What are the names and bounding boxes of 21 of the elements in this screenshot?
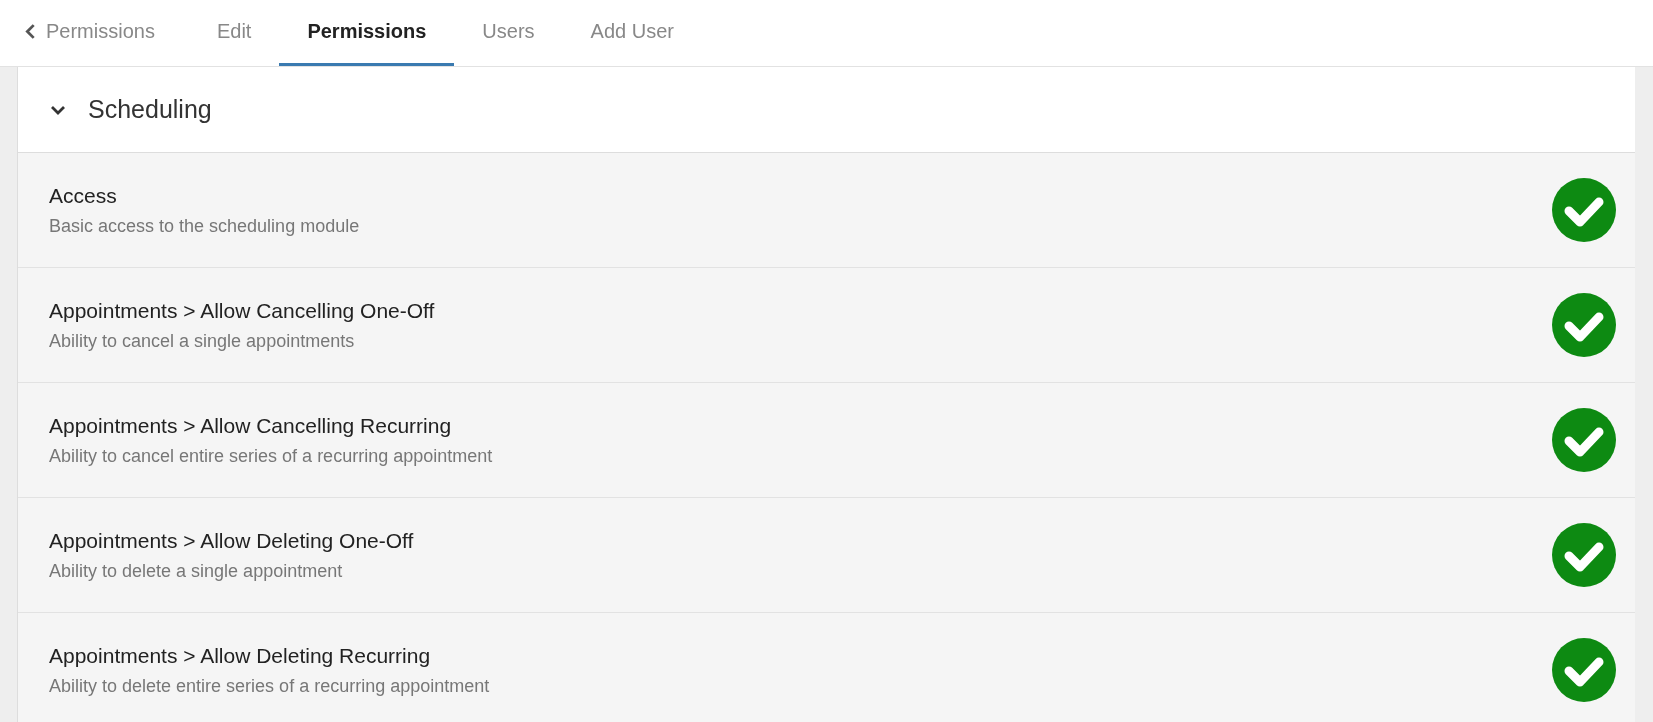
permission-name: Appointments > Allow Deleting Recurring (49, 643, 432, 668)
permission-description: Basic access to the scheduling module (49, 215, 360, 237)
check-circle-icon[interactable] (1552, 293, 1616, 357)
check-circle-icon[interactable] (1552, 638, 1616, 702)
permission-name: Appointments > Allow Cancelling One-Off (49, 298, 435, 323)
permission-description: Ability to cancel a single appointments (49, 330, 356, 352)
section-header[interactable]: Scheduling (18, 67, 1635, 153)
tab[interactable]: Add User (562, 0, 702, 66)
check-circle-icon[interactable] (1552, 523, 1616, 587)
back-link[interactable]: Permissions (25, 0, 189, 66)
check-circle-icon[interactable] (1552, 408, 1616, 472)
permission-description: Ability to delete a single appointment (49, 560, 344, 582)
permission-name: Appointments > Allow Deleting One-Off (49, 528, 414, 553)
check-circle-icon[interactable] (1552, 178, 1616, 242)
permission-description: Ability to cancel entire series of a recurring appointment (49, 445, 493, 467)
permission-name: Appointments > Allow Cancelling Recurring (49, 413, 453, 438)
permission-description: Ability to delete entire series of a recurring appointment (49, 675, 490, 697)
permission-name: Access (49, 183, 118, 208)
tab[interactable]: Edit (188, 0, 280, 66)
chevron-left-icon (25, 23, 36, 40)
tab[interactable]: Users (454, 0, 563, 66)
